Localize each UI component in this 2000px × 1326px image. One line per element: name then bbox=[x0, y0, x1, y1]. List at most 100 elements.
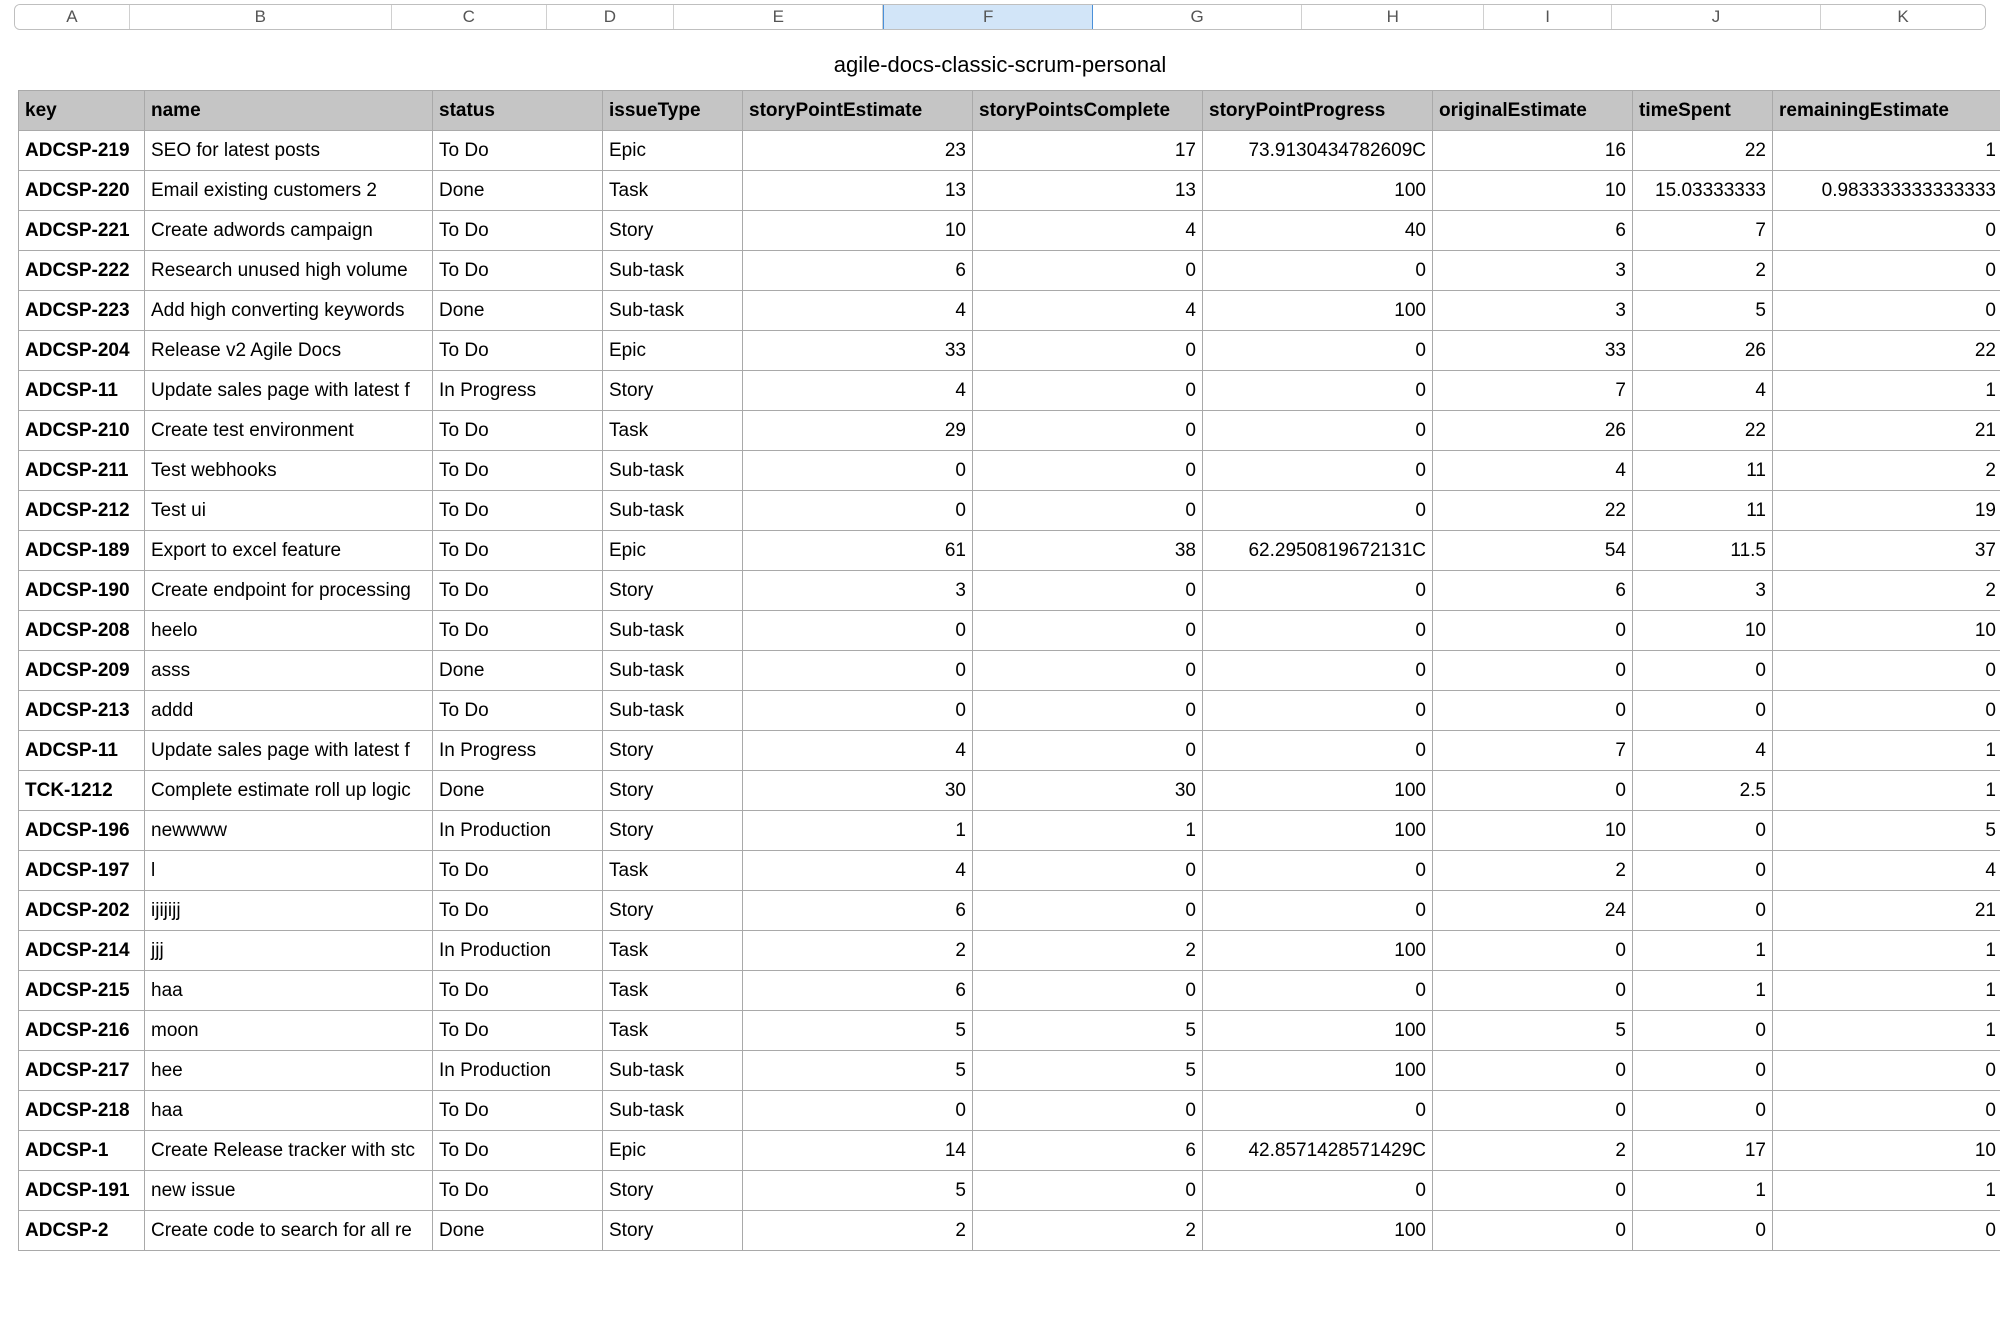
cell-timespent[interactable]: 17 bbox=[1633, 1131, 1773, 1171]
cell-timespent[interactable]: 1 bbox=[1633, 971, 1773, 1011]
cell-name[interactable]: heelo bbox=[145, 611, 433, 651]
cell-storypointprogress[interactable]: 0 bbox=[1203, 971, 1433, 1011]
cell-storypointestimate[interactable]: 5 bbox=[743, 1051, 973, 1091]
cell-storypointprogress[interactable]: 100 bbox=[1203, 931, 1433, 971]
cell-timespent[interactable]: 5 bbox=[1633, 291, 1773, 331]
cell-originalestimate[interactable]: 22 bbox=[1433, 491, 1633, 531]
cell-storypointestimate[interactable]: 5 bbox=[743, 1011, 973, 1051]
cell-name[interactable]: SEO for latest posts bbox=[145, 131, 433, 171]
cell-name[interactable]: Export to excel feature bbox=[145, 531, 433, 571]
cell-key[interactable]: ADCSP-211 bbox=[19, 451, 145, 491]
cell-storypointestimate[interactable]: 0 bbox=[743, 491, 973, 531]
cell-originalestimate[interactable]: 0 bbox=[1433, 1051, 1633, 1091]
column-letter-e[interactable]: E bbox=[674, 5, 883, 29]
cell-storypointprogress[interactable]: 0 bbox=[1203, 691, 1433, 731]
cell-name[interactable]: Complete estimate roll up logic bbox=[145, 771, 433, 811]
cell-name[interactable]: Update sales page with latest f bbox=[145, 371, 433, 411]
cell-originalestimate[interactable]: 0 bbox=[1433, 771, 1633, 811]
cell-storypointscomplete[interactable]: 6 bbox=[973, 1131, 1203, 1171]
cell-storypointprogress[interactable]: 0 bbox=[1203, 891, 1433, 931]
cell-remainingestimate[interactable]: 1 bbox=[1773, 1171, 2000, 1211]
cell-originalestimate[interactable]: 3 bbox=[1433, 251, 1633, 291]
cell-key[interactable]: ADCSP-208 bbox=[19, 611, 145, 651]
cell-originalestimate[interactable]: 26 bbox=[1433, 411, 1633, 451]
cell-remainingestimate[interactable]: 22 bbox=[1773, 331, 2000, 371]
cell-remainingestimate[interactable]: 1 bbox=[1773, 971, 2000, 1011]
cell-name[interactable]: Test ui bbox=[145, 491, 433, 531]
cell-storypointprogress[interactable]: 40 bbox=[1203, 211, 1433, 251]
cell-status[interactable]: To Do bbox=[433, 1011, 603, 1051]
cell-storypointprogress[interactable]: 100 bbox=[1203, 771, 1433, 811]
cell-remainingestimate[interactable]: 21 bbox=[1773, 891, 2000, 931]
cell-storypointestimate[interactable]: 29 bbox=[743, 411, 973, 451]
header-storypointscomplete[interactable]: storyPointsComplete bbox=[973, 91, 1203, 131]
cell-originalestimate[interactable]: 2 bbox=[1433, 851, 1633, 891]
column-letter-j[interactable]: J bbox=[1612, 5, 1821, 29]
cell-name[interactable]: Create endpoint for processing bbox=[145, 571, 433, 611]
cell-storypointprogress[interactable]: 0 bbox=[1203, 451, 1433, 491]
cell-timespent[interactable]: 4 bbox=[1633, 371, 1773, 411]
cell-storypointscomplete[interactable]: 0 bbox=[973, 891, 1203, 931]
cell-timespent[interactable]: 11 bbox=[1633, 451, 1773, 491]
cell-storypointprogress[interactable]: 0 bbox=[1203, 731, 1433, 771]
cell-storypointprogress[interactable]: 100 bbox=[1203, 1051, 1433, 1091]
cell-storypointscomplete[interactable]: 38 bbox=[973, 531, 1203, 571]
cell-status[interactable]: In Production bbox=[433, 931, 603, 971]
cell-issuetype[interactable]: Epic bbox=[603, 131, 743, 171]
cell-status[interactable]: To Do bbox=[433, 971, 603, 1011]
cell-storypointscomplete[interactable]: 0 bbox=[973, 571, 1203, 611]
cell-storypointestimate[interactable]: 0 bbox=[743, 691, 973, 731]
cell-issuetype[interactable]: Sub-task bbox=[603, 691, 743, 731]
cell-timespent[interactable]: 15.03333333 bbox=[1633, 171, 1773, 211]
cell-name[interactable]: l bbox=[145, 851, 433, 891]
cell-key[interactable]: ADCSP-219 bbox=[19, 131, 145, 171]
cell-originalestimate[interactable]: 6 bbox=[1433, 571, 1633, 611]
cell-key[interactable]: ADCSP-222 bbox=[19, 251, 145, 291]
cell-timespent[interactable]: 26 bbox=[1633, 331, 1773, 371]
cell-issuetype[interactable]: Story bbox=[603, 571, 743, 611]
cell-timespent[interactable]: 0 bbox=[1633, 1091, 1773, 1131]
header-storypointestimate[interactable]: storyPointEstimate bbox=[743, 91, 973, 131]
cell-name[interactable]: Email existing customers 2 bbox=[145, 171, 433, 211]
cell-storypointprogress[interactable]: 0 bbox=[1203, 611, 1433, 651]
cell-name[interactable]: newwww bbox=[145, 811, 433, 851]
cell-issuetype[interactable]: Sub-task bbox=[603, 291, 743, 331]
cell-storypointestimate[interactable]: 4 bbox=[743, 731, 973, 771]
cell-name[interactable]: Create code to search for all re bbox=[145, 1211, 433, 1251]
cell-originalestimate[interactable]: 0 bbox=[1433, 1171, 1633, 1211]
cell-name[interactable]: hee bbox=[145, 1051, 433, 1091]
cell-originalestimate[interactable]: 16 bbox=[1433, 131, 1633, 171]
cell-status[interactable]: To Do bbox=[433, 131, 603, 171]
cell-storypointprogress[interactable]: 100 bbox=[1203, 1011, 1433, 1051]
cell-timespent[interactable]: 0 bbox=[1633, 1011, 1773, 1051]
cell-key[interactable]: ADCSP-11 bbox=[19, 371, 145, 411]
cell-timespent[interactable]: 0 bbox=[1633, 651, 1773, 691]
cell-timespent[interactable]: 0 bbox=[1633, 1211, 1773, 1251]
cell-name[interactable]: Update sales page with latest f bbox=[145, 731, 433, 771]
cell-remainingestimate[interactable]: 0 bbox=[1773, 211, 2000, 251]
header-timespent[interactable]: timeSpent bbox=[1633, 91, 1773, 131]
cell-storypointestimate[interactable]: 1 bbox=[743, 811, 973, 851]
cell-status[interactable]: To Do bbox=[433, 451, 603, 491]
cell-key[interactable]: ADCSP-196 bbox=[19, 811, 145, 851]
cell-key[interactable]: ADCSP-216 bbox=[19, 1011, 145, 1051]
cell-key[interactable]: ADCSP-209 bbox=[19, 651, 145, 691]
cell-timespent[interactable]: 1 bbox=[1633, 931, 1773, 971]
cell-storypointestimate[interactable]: 13 bbox=[743, 171, 973, 211]
header-issuetype[interactable]: issueType bbox=[603, 91, 743, 131]
cell-key[interactable]: ADCSP-1 bbox=[19, 1131, 145, 1171]
cell-timespent[interactable]: 3 bbox=[1633, 571, 1773, 611]
cell-timespent[interactable]: 0 bbox=[1633, 1051, 1773, 1091]
cell-key[interactable]: ADCSP-2 bbox=[19, 1211, 145, 1251]
cell-storypointscomplete[interactable]: 0 bbox=[973, 491, 1203, 531]
cell-storypointscomplete[interactable]: 2 bbox=[973, 931, 1203, 971]
cell-storypointscomplete[interactable]: 4 bbox=[973, 211, 1203, 251]
cell-remainingestimate[interactable]: 0 bbox=[1773, 251, 2000, 291]
cell-storypointestimate[interactable]: 6 bbox=[743, 891, 973, 931]
cell-status[interactable]: To Do bbox=[433, 1131, 603, 1171]
cell-originalestimate[interactable]: 10 bbox=[1433, 811, 1633, 851]
column-letter-a[interactable]: A bbox=[15, 5, 130, 29]
cell-originalestimate[interactable]: 0 bbox=[1433, 1091, 1633, 1131]
cell-remainingestimate[interactable]: 0.983333333333333 bbox=[1773, 171, 2000, 211]
header-key[interactable]: key bbox=[19, 91, 145, 131]
